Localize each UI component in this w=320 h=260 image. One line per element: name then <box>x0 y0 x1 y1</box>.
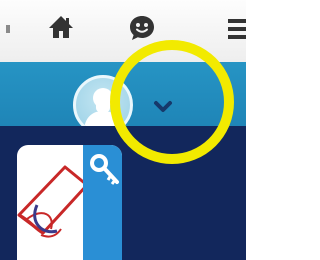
key-icon <box>90 154 119 185</box>
home-button[interactable] <box>48 15 74 43</box>
toolbar-separator <box>6 25 10 33</box>
app-tile[interactable] <box>17 145 122 260</box>
chat-button[interactable] <box>128 14 156 46</box>
home-icon <box>49 16 73 38</box>
hamburger-menu-icon <box>228 19 246 39</box>
menu-button[interactable] <box>228 19 246 43</box>
smiley-chat-icon <box>130 16 154 40</box>
highlight-circle-annotation <box>110 40 234 164</box>
